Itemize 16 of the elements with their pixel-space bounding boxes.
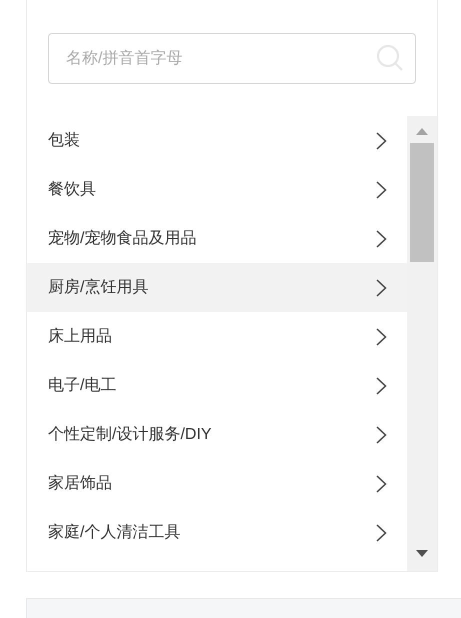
category-item[interactable]: 厨房/烹饪用具: [27, 263, 407, 312]
scroll-down-icon[interactable]: [416, 550, 428, 557]
chevron-right-icon: [376, 376, 387, 394]
scroll-up-icon[interactable]: [416, 128, 428, 135]
chevron-right-icon: [376, 278, 387, 296]
search-icon[interactable]: [376, 44, 404, 72]
scrollbar-thumb[interactable]: [410, 143, 434, 262]
chevron-right-icon: [376, 426, 387, 444]
scrollbar[interactable]: [407, 116, 437, 571]
chevron-right-icon: [376, 328, 387, 346]
chevron-right-icon: [376, 180, 387, 198]
chevron-right-icon: [376, 474, 387, 492]
chevron-right-icon: [376, 524, 387, 542]
search-field[interactable]: 名称/拼音首字母: [48, 33, 416, 84]
chevron-right-icon: [376, 230, 387, 248]
chevron-right-icon: [376, 132, 387, 150]
